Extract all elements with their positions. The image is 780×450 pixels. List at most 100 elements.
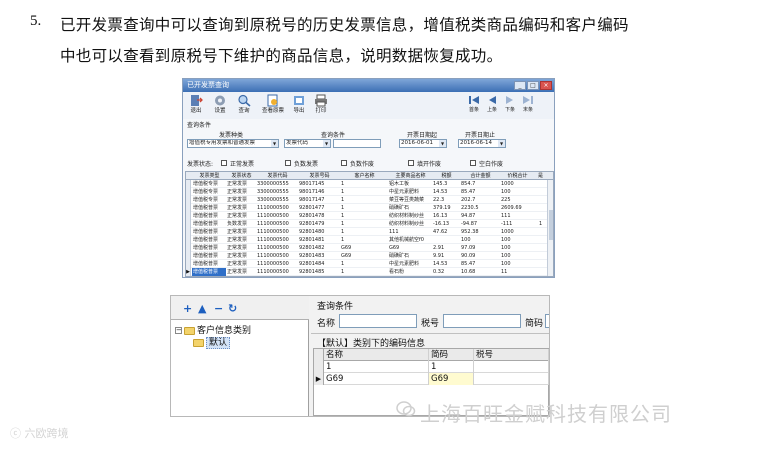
view-invoice-button[interactable]: 查看原票 xyxy=(260,94,286,115)
table-row[interactable]: 增值税普票 负数发票 1110000500 92801479 1 纺织材料制纱丝 -16.1… xyxy=(186,220,553,228)
refresh-icon[interactable]: ↻ xyxy=(228,303,237,314)
column-header[interactable]: 发票类型 xyxy=(192,172,226,180)
date-end-picker[interactable]: 2016-06-14 ▼ xyxy=(458,139,506,148)
table-cell: 1110000500 xyxy=(257,261,289,267)
table-cell: 正常发票 xyxy=(227,229,248,235)
table-cell: 92801478 xyxy=(299,213,325,219)
minimize-button[interactable]: _ xyxy=(514,81,526,90)
table-cell: 增值税普票 xyxy=(193,245,219,251)
column-header[interactable]: 发票号码 xyxy=(298,172,340,180)
remove-icon[interactable]: − xyxy=(214,303,223,314)
column-header[interactable]: 主要商品名称 xyxy=(388,172,432,180)
table-cell: 97.09 xyxy=(461,245,476,251)
add-icon[interactable]: + xyxy=(183,303,192,314)
table-row[interactable]: 增值税普票 正常发票 1110000500 92801483 G69 硝磺矿石 9.91 90… xyxy=(186,252,553,260)
table-cell: 2.91 xyxy=(433,245,445,251)
invoice-table[interactable]: 发票类型 发票状态 发票代码 发票号码 客户名称 主要商品名称 税额 合计金额 … xyxy=(185,171,554,277)
column-header[interactable]: 税号 xyxy=(474,349,549,361)
table-row[interactable]: 增值税普票 正常发票 1110000500 92801478 1 纺织材料制纱丝 16.13… xyxy=(186,212,553,220)
table-cell: 1 xyxy=(341,213,345,219)
vertical-scrollbar[interactable] xyxy=(547,180,553,276)
maximize-button[interactable]: □ xyxy=(527,81,539,90)
table-row[interactable]: 增值税普票 正常发票 1110000500 92801480 1 111 47.62 952.… xyxy=(186,228,553,236)
prev-record-button[interactable]: 上条 xyxy=(484,94,500,114)
status-negative-void-checkbox[interactable] xyxy=(341,160,347,166)
first-record-button[interactable]: 首条 xyxy=(466,94,482,114)
column-header[interactable]: 是 xyxy=(534,172,546,180)
status-negative-label: 负数发票 xyxy=(294,161,319,168)
prev-icon xyxy=(489,96,496,104)
date-start-picker[interactable]: 2016-06-01 ▼ xyxy=(399,139,447,148)
table-row[interactable]: 增值税普票 正常发票 1110000500 92801481 1 其他机械航空f0 100 1… xyxy=(186,236,553,244)
table-row[interactable]: 增值税普票 正常发票 1110000500 92801482 G69 G69 2.91 97.… xyxy=(186,244,553,252)
tree-node-default[interactable]: 默认 xyxy=(193,335,231,349)
status-blank-void-label: 空白作废 xyxy=(479,161,504,168)
table-row[interactable]: 增值税普票 正常发票 1110000500 92801477 1 硝磺矿石 379.19 22… xyxy=(186,204,553,212)
status-normal-checkbox[interactable] xyxy=(221,160,227,166)
column-header[interactable]: 名称 xyxy=(324,349,429,361)
last-icon xyxy=(523,96,533,104)
last-record-button[interactable]: 末条 xyxy=(520,94,536,114)
table-cell: 1110000500 xyxy=(257,229,289,235)
view-invoice-icon xyxy=(267,94,278,107)
name-input[interactable] xyxy=(339,314,417,328)
column-header[interactable]: 税额 xyxy=(432,172,460,180)
table-row[interactable]: 增值税专票 正常发票 3300000555 98017145 1 铝木工板 145.3 854… xyxy=(186,180,553,188)
table-cell: 1 xyxy=(341,221,345,227)
query-button[interactable]: 查询 xyxy=(234,94,254,115)
status-negative-checkbox[interactable] xyxy=(285,160,291,166)
table-cell: 2609.69 xyxy=(501,205,522,211)
table-cell: 14.53 xyxy=(433,189,448,195)
invoice-type-select[interactable]: 增值税专用发票和普通发票 ▼ xyxy=(187,139,279,148)
chevron-down-icon: ▼ xyxy=(323,140,330,147)
chevron-down-icon: ▼ xyxy=(439,140,446,147)
column-header[interactable]: 价税合计 xyxy=(500,172,534,180)
status-filled-void-checkbox[interactable] xyxy=(408,160,414,166)
table-cell: 100 xyxy=(501,245,511,251)
close-button[interactable]: × xyxy=(540,81,552,90)
collapse-icon[interactable]: − xyxy=(175,327,182,334)
settings-button[interactable]: 设置 xyxy=(210,94,230,115)
table-row[interactable]: 增值税普票 正常发票 1110000500 92801484 1 中星元素肥料 14.53 8… xyxy=(186,260,553,268)
query-condition-select[interactable]: 发票代码 ▼ xyxy=(284,139,331,148)
column-header[interactable]: 简码 xyxy=(429,349,474,361)
table-cell: 正常发票 xyxy=(227,181,248,187)
column-header[interactable]: 发票状态 xyxy=(226,172,256,180)
column-header[interactable]: 客户名称 xyxy=(340,172,388,180)
scrollbar-thumb[interactable] xyxy=(549,210,553,240)
table-row[interactable]: ▶ 增值税普票 正常发票 1110000500 92801485 1 看石粉 0.32 10.6… xyxy=(186,268,553,276)
row-selector xyxy=(186,260,191,268)
export-button[interactable]: 导出 xyxy=(289,94,309,115)
tax-number-input[interactable] xyxy=(443,314,521,328)
print-button[interactable]: 打印 xyxy=(311,94,331,115)
column-header[interactable]: 发票代码 xyxy=(256,172,298,180)
exit-button[interactable]: 退出 xyxy=(186,94,206,115)
table-cell xyxy=(432,236,460,244)
table-cell: -16.13 xyxy=(433,221,450,227)
table-cell: 1110000500 xyxy=(257,213,289,219)
next-record-button[interactable]: 下条 xyxy=(502,94,518,114)
table-cell: 1 xyxy=(341,269,345,275)
table-row[interactable]: 增值税专票 正常发票 3300000555 98017146 1 中星元素肥料 14.53 8… xyxy=(186,188,553,196)
first-icon xyxy=(469,96,479,104)
table-row[interactable]: ▶ G69 G69 xyxy=(314,373,549,385)
table-cell: -111 xyxy=(501,221,513,227)
table-cell: -94.87 xyxy=(461,221,478,227)
short-code-input[interactable] xyxy=(545,314,549,328)
table-header: 名称 简码 税号 xyxy=(314,349,549,361)
chevron-down-icon: ▼ xyxy=(271,140,278,147)
table-cell: 看石粉 xyxy=(389,269,405,275)
up-arrow-icon[interactable]: ▲ xyxy=(198,303,206,314)
table-cell: G69 xyxy=(324,373,429,385)
table-cell: 92801484 xyxy=(299,261,325,267)
brand-watermark: ⓒ 六欧跨境 xyxy=(10,425,69,441)
query-value-input[interactable] xyxy=(333,139,381,148)
column-header[interactable]: 合计金额 xyxy=(460,172,500,180)
table-row[interactable]: 增值税专票 正常发票 3300000555 98017147 1 菜豆等豆类蔬菜 22.3 2… xyxy=(186,196,553,204)
table-row[interactable]: 1 1 xyxy=(314,361,549,373)
status-blank-void-checkbox[interactable] xyxy=(470,160,476,166)
company-watermark: 上海百旺金赋科技有限公司 xyxy=(420,402,672,426)
invoice-query-window: 已开发票查询 _ □ × 退出 设置 查询 查看原票 导出 打印 首条 上条 下… xyxy=(182,78,555,278)
table-cell: 94.87 xyxy=(461,213,476,219)
table-cell: 92801483 xyxy=(299,253,325,259)
